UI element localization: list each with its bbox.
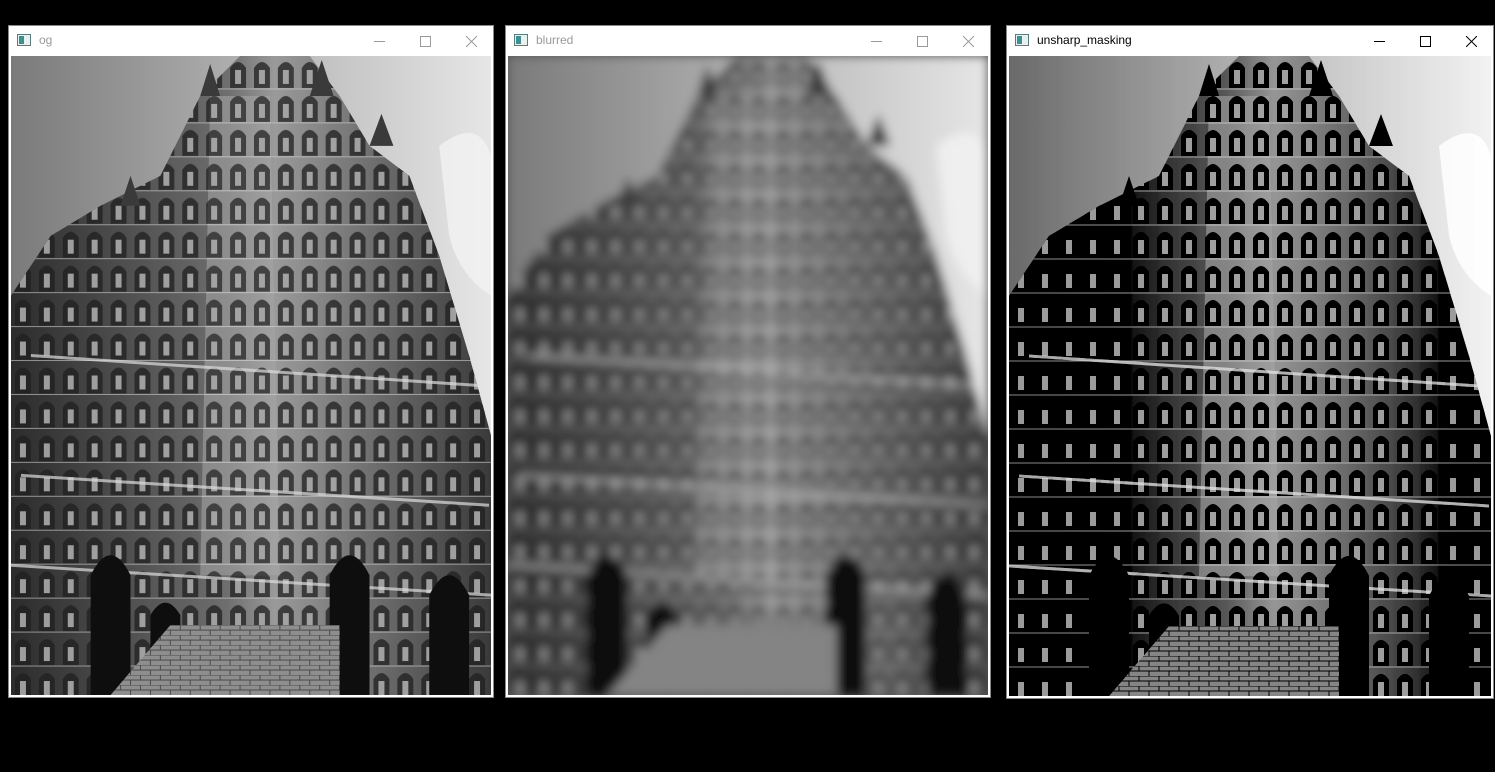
close-icon <box>962 35 974 47</box>
minimize-icon <box>373 40 385 42</box>
close-icon <box>1465 35 1477 47</box>
window-og[interactable]: og <box>8 25 494 698</box>
close-icon <box>465 35 477 47</box>
close-button[interactable] <box>946 27 990 55</box>
minimize-button[interactable] <box>854 27 898 55</box>
close-button[interactable] <box>1449 27 1493 55</box>
window-title: unsharp_masking <box>1037 33 1132 47</box>
image-display <box>11 56 491 695</box>
maximize-icon <box>419 35 431 47</box>
window-title: og <box>39 33 53 47</box>
image-display <box>1009 56 1491 696</box>
building-facade-sharpened-image <box>1009 56 1491 696</box>
building-facade-image <box>11 56 491 695</box>
window-unsharp-masking[interactable]: unsharp_masking <box>1006 25 1494 699</box>
maximize-button[interactable] <box>403 27 447 55</box>
window-og-titlebar[interactable]: og <box>9 26 493 56</box>
window-blurred[interactable]: blurred <box>505 25 991 698</box>
building-facade-blurred-image <box>508 56 988 695</box>
opencv-window-icon <box>514 34 528 46</box>
minimize-icon <box>870 40 882 42</box>
maximize-button[interactable] <box>1403 27 1447 55</box>
image-display <box>508 56 988 695</box>
maximize-button[interactable] <box>900 27 944 55</box>
maximize-icon <box>1419 35 1431 47</box>
window-unsharp-masking-titlebar[interactable]: unsharp_masking <box>1007 26 1493 56</box>
minimize-button[interactable] <box>357 27 401 55</box>
opencv-window-icon <box>1015 34 1029 46</box>
opencv-window-icon <box>17 34 31 46</box>
minimize-button[interactable] <box>1357 27 1401 55</box>
maximize-icon <box>916 35 928 47</box>
close-button[interactable] <box>449 27 493 55</box>
window-blurred-titlebar[interactable]: blurred <box>506 26 990 56</box>
window-title: blurred <box>536 33 574 47</box>
minimize-icon <box>1373 40 1385 42</box>
